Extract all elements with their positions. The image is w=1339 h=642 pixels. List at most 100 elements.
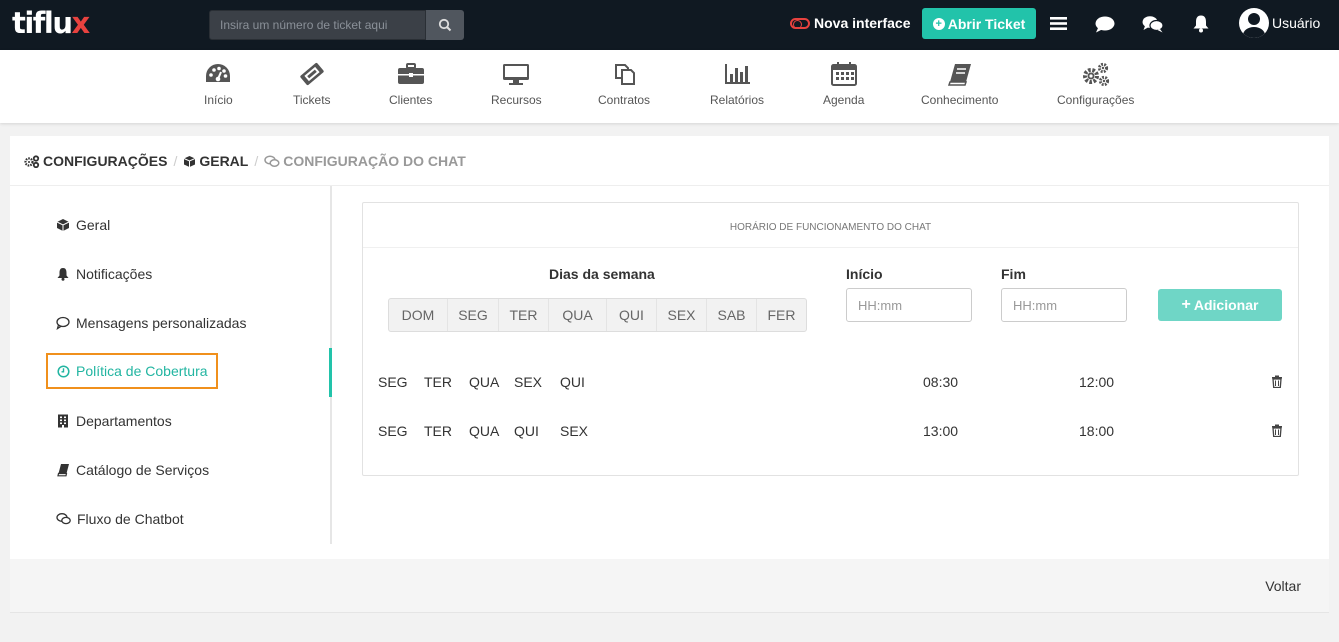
- row-start-time: 08:30: [923, 374, 959, 390]
- nav-item-contratos[interactable]: Contratos: [598, 62, 650, 107]
- tiflux-logo[interactable]: tiflux: [12, 6, 90, 40]
- sidebar-item-geral[interactable]: Geral: [56, 217, 110, 233]
- abrir-ticket-button[interactable]: + Abrir Ticket: [922, 8, 1036, 39]
- end-label: Fim: [1001, 266, 1026, 282]
- sidebar-item-fluxo-de-chatbot[interactable]: Fluxo de Chatbot: [56, 511, 184, 527]
- voltar-button[interactable]: Voltar: [1265, 578, 1301, 594]
- sidebar-item-departamentos[interactable]: Departamentos: [56, 413, 172, 429]
- plus-icon: +: [1181, 296, 1191, 313]
- card-footer: Voltar: [10, 559, 1329, 613]
- breadcrumb-separator: /: [173, 153, 178, 169]
- sidebar-item-mensagens-personalizadas[interactable]: Mensagens personalizadas: [56, 315, 246, 331]
- conversations-icon[interactable]: [1142, 15, 1164, 33]
- nav-item-agenda[interactable]: Agenda: [823, 62, 864, 107]
- book-icon: [57, 464, 69, 477]
- day-toggle-sex[interactable]: SEX: [657, 299, 707, 331]
- ticket-search-input[interactable]: [209, 10, 426, 40]
- row-end-time: 18:00: [1079, 423, 1115, 439]
- schedule-row: SEG TER QUA SEX QUI 08:30 12:00: [363, 374, 1298, 394]
- settings-sidebar: Geral Notificações Mensagens personaliza…: [10, 186, 332, 544]
- start-label: Início: [846, 266, 883, 282]
- active-indicator: [329, 348, 332, 397]
- cube-icon: [184, 155, 196, 167]
- content-card: CONFIGURAÇÕES / GERAL / CONFIGURAÇÃO DO …: [10, 136, 1329, 559]
- gears-icon: [1082, 62, 1109, 86]
- ticket-search: [209, 10, 464, 40]
- row-day: QUA: [469, 374, 500, 390]
- nova-interface-toggle[interactable]: Nova interface: [790, 15, 910, 31]
- start-time-input[interactable]: [846, 288, 972, 322]
- monitor-icon: [503, 64, 530, 85]
- calendar-icon: [830, 62, 857, 86]
- avatar: [1239, 8, 1269, 38]
- row-day: SEG: [378, 374, 408, 390]
- nova-interface-label: Nova interface: [814, 15, 911, 31]
- search-button[interactable]: [426, 10, 464, 40]
- top-bar: tiflux Nova interface + Abrir Ticket Usu…: [0, 0, 1339, 50]
- sidebar-item-politica-de-cobertura[interactable]: Política de Cobertura: [46, 353, 218, 389]
- book-icon: [947, 64, 971, 86]
- weekday-selector: DOM SEG TER QUA QUI SEX SAB FER: [388, 298, 807, 332]
- day-toggle-qui[interactable]: QUI: [607, 299, 657, 331]
- nav-item-inicio[interactable]: Início: [204, 62, 233, 107]
- breadcrumb-configuracao-do-chat: CONFIGURAÇÃO DO CHAT: [283, 153, 466, 169]
- chat-hours-panel: HORÁRIO DE FUNCIONAMENTO DO CHAT Dias da…: [362, 202, 1299, 476]
- building-icon: [58, 414, 68, 428]
- days-label: Dias da semana: [549, 266, 655, 282]
- comment-icon: [56, 316, 70, 330]
- breadcrumb-configuracoes[interactable]: CONFIGURAÇÕES: [43, 153, 167, 169]
- comments-icon: [56, 513, 71, 525]
- nav-item-relatorios[interactable]: Relatórios: [710, 62, 764, 107]
- dashboard-icon: [206, 64, 231, 82]
- comments-icon: [264, 154, 280, 167]
- row-end-time: 12:00: [1079, 374, 1115, 390]
- day-toggle-sab[interactable]: SAB: [707, 299, 757, 331]
- row-day: QUI: [560, 374, 585, 390]
- sidebar-item-catalogo-de-servicos[interactable]: Catálogo de Serviços: [56, 462, 209, 478]
- day-toggle-ter[interactable]: TER: [499, 299, 549, 331]
- search-icon: [438, 18, 452, 32]
- panel-title: HORÁRIO DE FUNCIONAMENTO DO CHAT: [729, 222, 932, 233]
- row-day: TER: [424, 374, 452, 390]
- day-toggle-seg[interactable]: SEG: [448, 299, 499, 331]
- trash-icon[interactable]: [1271, 424, 1283, 437]
- row-day: SEX: [560, 423, 589, 439]
- row-day: SEX: [514, 374, 543, 390]
- breadcrumb-geral[interactable]: GERAL: [199, 153, 248, 169]
- nav-item-clientes[interactable]: Clientes: [389, 62, 432, 107]
- divider: [363, 247, 1298, 248]
- user-name: Usuário: [1272, 15, 1321, 31]
- day-toggle-fer[interactable]: FER: [757, 299, 806, 331]
- bell-icon: [57, 268, 69, 281]
- end-time-input[interactable]: [1001, 288, 1127, 322]
- documents-icon: [615, 64, 636, 85]
- row-day: QUI: [514, 423, 539, 439]
- user-menu[interactable]: Usuário: [1239, 8, 1320, 38]
- row-day: SEG: [378, 423, 408, 439]
- plus-circle-icon: +: [932, 17, 945, 30]
- nav-item-conhecimento[interactable]: Conhecimento: [921, 62, 998, 107]
- bell-icon[interactable]: [1192, 14, 1210, 33]
- ticket-icon: [300, 62, 324, 86]
- cube-icon: [56, 219, 70, 231]
- bar-chart-icon: [725, 64, 751, 84]
- clock-icon: [57, 364, 70, 378]
- gears-icon: [24, 154, 40, 168]
- sidebar-item-notificacoes[interactable]: Notificações: [56, 266, 152, 282]
- add-schedule-button[interactable]: + Adicionar: [1158, 289, 1282, 321]
- day-toggle-dom[interactable]: DOM: [389, 299, 448, 331]
- nav-item-configuracoes[interactable]: Configurações: [1057, 62, 1134, 107]
- breadcrumb-separator: /: [254, 153, 259, 169]
- row-start-time: 13:00: [923, 423, 959, 439]
- day-toggle-qua[interactable]: QUA: [549, 299, 607, 331]
- menu-icon[interactable]: [1050, 16, 1067, 31]
- nav-item-recursos[interactable]: Recursos: [491, 62, 542, 107]
- schedule-row: SEG TER QUA QUI SEX 13:00 18:00: [363, 423, 1298, 443]
- row-day: TER: [424, 423, 452, 439]
- nav-item-tickets[interactable]: Tickets: [293, 62, 331, 107]
- toggle-icon: [790, 17, 810, 29]
- trash-icon[interactable]: [1271, 375, 1283, 388]
- briefcase-icon: [397, 63, 424, 84]
- row-day: QUA: [469, 423, 500, 439]
- chat-icon[interactable]: [1095, 16, 1115, 33]
